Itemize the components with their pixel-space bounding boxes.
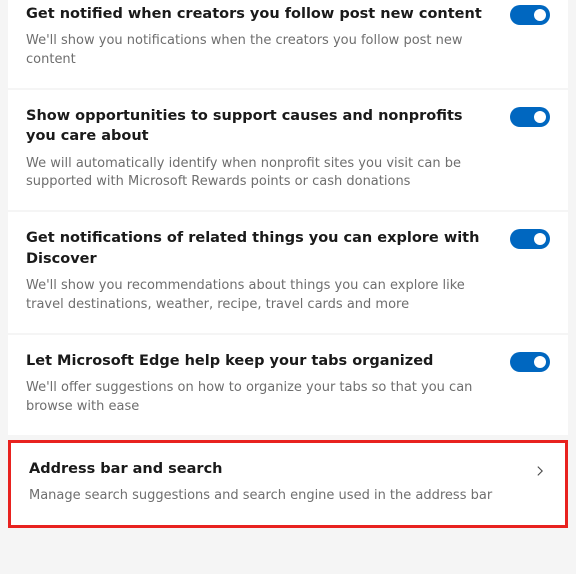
setting-description: We'll offer suggestions on how to organi… [26, 379, 494, 417]
setting-creator-notifications: Get notified when creators you follow po… [8, 0, 568, 88]
setting-discover-notifications: Get notifications of related things you … [8, 212, 568, 332]
toggle-tab-organization[interactable] [510, 352, 550, 372]
setting-title: Get notified when creators you follow po… [26, 4, 494, 24]
toggle-knob [534, 356, 546, 368]
toggle-creator-notifications[interactable] [510, 5, 550, 25]
setting-title: Show opportunities to support causes and… [26, 106, 494, 147]
toggle-knob [534, 233, 546, 245]
toggle-discover-notifications[interactable] [510, 229, 550, 249]
toggle-knob [534, 9, 546, 21]
setting-nonprofit-support: Show opportunities to support causes and… [8, 90, 568, 210]
setting-title: Let Microsoft Edge help keep your tabs o… [26, 351, 494, 371]
chevron-right-icon [533, 463, 547, 482]
nav-title: Address bar and search [29, 461, 517, 477]
settings-list: Get notified when creators you follow po… [8, 0, 568, 528]
nav-description: Manage search suggestions and search eng… [29, 487, 517, 506]
setting-description: We'll show you notifications when the cr… [26, 32, 494, 70]
toggle-nonprofit-support[interactable] [510, 107, 550, 127]
setting-description: We'll show you recommendations about thi… [26, 277, 494, 315]
setting-description: We will automatically identify when nonp… [26, 155, 494, 193]
highlight-annotation: Address bar and search Manage search sug… [8, 440, 568, 529]
nav-address-bar-search[interactable]: Address bar and search Manage search sug… [11, 443, 565, 526]
setting-title: Get notifications of related things you … [26, 228, 494, 269]
setting-tab-organization: Let Microsoft Edge help keep your tabs o… [8, 335, 568, 435]
toggle-knob [534, 111, 546, 123]
